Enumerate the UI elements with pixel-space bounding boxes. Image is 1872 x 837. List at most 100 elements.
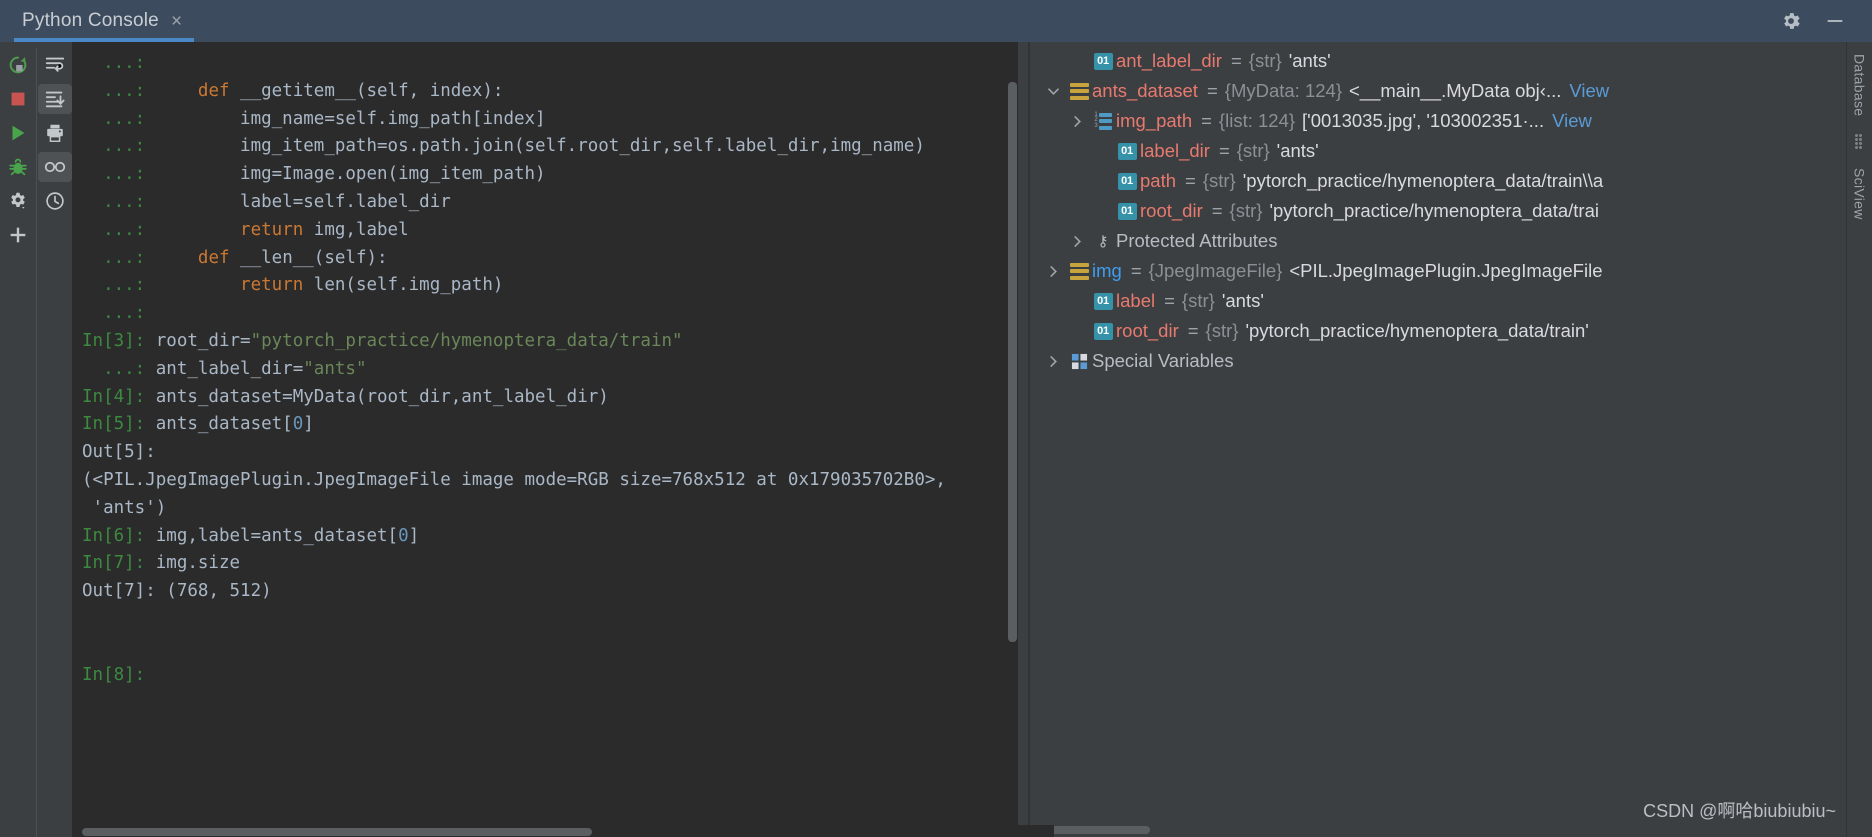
variable-value: 'pytorch_practice/hymenoptera_data/trai: [1269, 200, 1599, 221]
variable-value: 'ants': [1288, 50, 1331, 71]
console-output[interactable]: ...: ...: def __getitem__(self, index): …: [72, 42, 1018, 837]
console-token: return: [240, 219, 304, 240]
console-token: [145, 248, 198, 268]
console-token: def: [197, 80, 230, 101]
console-line: In[3]: root_dir="pytorch_practice/hymeno…: [82, 328, 1018, 356]
variable-row[interactable]: 01 label_dir = {str} 'ants': [1030, 136, 1846, 166]
console-token: ants_dataset=MyData(root_dir,ant_label_d…: [145, 386, 609, 407]
console-token: def: [197, 247, 230, 268]
string-badge-icon: 01: [1117, 202, 1137, 220]
soft-wrap-button[interactable]: [38, 50, 72, 80]
console-line: ...: label=self.label_dir: [82, 189, 1018, 217]
variable-name: img_path: [1116, 110, 1193, 131]
console-vertical-scrollbar[interactable]: [1008, 82, 1017, 642]
variable-row[interactable]: 01 label = {str} 'ants': [1030, 286, 1846, 316]
variable-row[interactable]: 01 path = {str} 'pytorch_practice/hymenopter…: [1030, 166, 1846, 196]
variable-value: 'pytorch_practice/hymenoptera_data/train…: [1242, 170, 1604, 191]
printer-button[interactable]: [38, 118, 72, 148]
variable-name: ants_dataset: [1092, 80, 1198, 101]
bug-button[interactable]: [1, 152, 35, 182]
window-body: ...: ...: def __getitem__(self, index): …: [0, 42, 1872, 837]
variable-type-icon: 123: [1090, 112, 1116, 130]
console-left-toolbar: [0, 42, 72, 837]
plus-button[interactable]: [1, 220, 35, 250]
console-prompt: In[3]:: [82, 330, 146, 351]
gear-icon[interactable]: [1780, 10, 1802, 32]
variable-value: ['0013035.jpg', '103002351·...: [1302, 110, 1545, 131]
variable-type: {str}: [1236, 140, 1270, 161]
chevron-right-icon[interactable]: [1040, 355, 1066, 368]
console-token: (768, 512): [155, 581, 272, 602]
clock-button[interactable]: [38, 186, 72, 216]
chevron-down-icon[interactable]: [1040, 86, 1066, 97]
string-badge-icon: 01: [1117, 142, 1137, 160]
console-area: ...: ...: def __getitem__(self, index): …: [72, 42, 1028, 837]
console-line: ...:: [82, 50, 1018, 78]
console-horizontal-scrollbar-track: [72, 825, 1054, 837]
variable-row[interactable]: 1 2 3 img_path = {list: 124} ['0013035.jpg', '…: [1030, 106, 1846, 136]
minimize-icon[interactable]: [1824, 10, 1846, 32]
chevron-right-icon[interactable]: [1064, 115, 1090, 128]
variable-row[interactable]: 01 root_dir = {str} 'pytorch_practice/hymeno…: [1030, 316, 1846, 346]
console-token: root_dir=: [145, 330, 251, 351]
view-link[interactable]: View: [1552, 110, 1592, 132]
console-prompt: ...:: [82, 275, 146, 296]
chevron-right-icon[interactable]: [1064, 235, 1090, 248]
variable-value: <__main__.MyData obj‹...: [1349, 80, 1562, 101]
variable-type: {JpegImageFile}: [1148, 260, 1283, 281]
variable-equals: =: [1185, 170, 1196, 191]
console-prompt: In[6]:: [82, 525, 146, 546]
string-badge-icon: 01: [1093, 292, 1113, 310]
play-triangle-button[interactable]: [1, 118, 35, 148]
toolbar-column-secondary: [36, 48, 72, 837]
console-token: label=self.label_dir: [145, 191, 451, 212]
tool-tab-database[interactable]: Database: [1850, 48, 1870, 122]
variables-horizontal-scrollbar[interactable]: [1040, 826, 1150, 834]
tool-tab-sciview[interactable]: SciView: [1850, 162, 1870, 226]
variable-equals: =: [1201, 110, 1212, 131]
console-line: ...: def __getitem__(self, index):: [82, 78, 1018, 106]
variable-row[interactable]: 01 ant_label_dir = {str} 'ants': [1030, 46, 1846, 76]
console-horizontal-scrollbar-thumb[interactable]: [82, 828, 592, 836]
rerun-button[interactable]: [1, 50, 35, 80]
titlebar-spacer: [200, 0, 1780, 42]
console-token: img.size: [145, 553, 241, 574]
variable-row[interactable]: ⚷ Protected Attributes: [1030, 226, 1846, 256]
object-bars-icon: [1069, 82, 1089, 100]
console-line: In[6]: img,label=ants_dataset[0]: [82, 523, 1018, 551]
console-line: ...: ant_label_dir="ants": [82, 356, 1018, 384]
variables-tree[interactable]: 01 ant_label_dir = {str}'ants' ants_dataset =…: [1030, 42, 1846, 837]
view-link[interactable]: View: [1569, 80, 1609, 102]
console-token: __len__(self):: [229, 247, 388, 268]
variable-type: {str}: [1205, 320, 1239, 341]
chevron-right-icon[interactable]: [1040, 265, 1066, 278]
scroll-to-end-button[interactable]: [37, 84, 72, 114]
glasses-button[interactable]: [37, 152, 72, 182]
tab-python-console[interactable]: Python Console ×: [0, 0, 200, 42]
console-token: return: [240, 275, 304, 296]
console-prompt: In[5]:: [82, 414, 146, 435]
variable-row[interactable]: Special Variables: [1030, 346, 1846, 376]
drag-grip-icon[interactable]: [1854, 134, 1865, 150]
toolbar-column-primary: [0, 48, 36, 837]
gear-dropdown-button[interactable]: [1, 186, 35, 216]
console-token: (<PIL.JpegImagePlugin.JpegImageFile imag…: [82, 469, 946, 490]
variable-value: 'ants': [1221, 290, 1264, 311]
variable-name: root_dir: [1140, 200, 1203, 221]
variable-row[interactable]: img = {JpegImageFile} <PIL.JpegImagePlugin.…: [1030, 256, 1846, 286]
console-line: ...: return img,label: [82, 217, 1018, 245]
console-token: len(self.img_path): [303, 275, 504, 296]
console-line: In[7]: img.size: [82, 550, 1018, 578]
console-prompt: ...:: [82, 136, 146, 157]
close-icon[interactable]: ×: [171, 12, 182, 31]
console-token: ]: [303, 414, 314, 435]
variable-row[interactable]: 01 root_dir = {str} 'pytorch_practice/hymeno…: [1030, 196, 1846, 226]
variable-equals: =: [1230, 50, 1242, 71]
variable-row[interactable]: ants_dataset = {MyData: 124} <__main__.MyDa…: [1030, 76, 1846, 106]
variable-type: {str}: [1181, 290, 1215, 311]
console-line: In[8]:: [82, 662, 1018, 690]
console-token: [145, 275, 240, 295]
window-titlebar: Python Console ×: [0, 0, 1872, 42]
stop-square-button[interactable]: [1, 84, 35, 114]
